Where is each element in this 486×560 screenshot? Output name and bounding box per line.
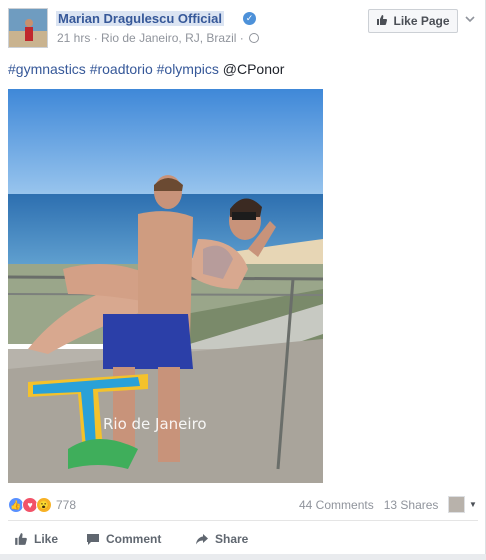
reaction-count[interactable]: 778 <box>56 498 76 512</box>
post-card: Marian Dragulescu Official ✓ 21 hrs · Ri… <box>0 0 486 560</box>
comment-label: Comment <box>106 532 162 546</box>
comments-count[interactable]: 44 Comments <box>299 498 374 512</box>
comment-button[interactable]: Comment <box>86 527 161 551</box>
globe-icon <box>249 33 260 43</box>
share-button[interactable]: Share <box>195 527 248 551</box>
share-icon <box>195 532 209 546</box>
like-page-button[interactable]: Like Page <box>368 9 458 33</box>
thumbs-up-icon <box>376 14 388 29</box>
post-photo[interactable]: Rio de Janeiro <box>8 89 323 483</box>
engagement-counts: 44 Comments 13 Shares <box>299 498 438 512</box>
like-label: Like <box>34 532 59 546</box>
wow-reaction-icon: 😮 <box>36 497 52 513</box>
viewer-avatar[interactable] <box>448 496 465 513</box>
like-button[interactable]: Like <box>14 527 58 551</box>
shares-count[interactable]: 13 Shares <box>384 498 439 512</box>
page-name-link[interactable]: Marian Dragulescu Official <box>56 11 224 26</box>
divider <box>8 520 478 521</box>
post-text: #gymnastics #roadtorio #olympics @CPonor <box>8 61 284 77</box>
chevron-down-icon[interactable] <box>464 13 476 25</box>
post-mention[interactable]: @CPonor <box>223 61 285 77</box>
reactions-summary[interactable]: 👍 ♥ 😮 778 <box>8 497 76 513</box>
verified-icon: ✓ <box>243 12 256 25</box>
comment-icon <box>86 532 100 546</box>
share-label: Share <box>215 532 249 546</box>
post-actions: Like Comment Share <box>0 527 486 551</box>
post-meta: 21 hrs · Rio de Janeiro, RJ, Brazil · <box>57 31 260 45</box>
page-avatar[interactable] <box>8 8 48 48</box>
post-location[interactable]: Rio de Janeiro, RJ, Brazil <box>101 31 236 45</box>
photo-watermark: Rio de Janeiro <box>103 415 207 433</box>
post-hashtags[interactable]: #gymnastics #roadtorio #olympics <box>8 61 219 77</box>
feed-gap <box>0 554 486 560</box>
like-page-label: Like Page <box>393 14 450 28</box>
chevron-down-icon[interactable]: ▼ <box>469 500 477 509</box>
thumbs-up-icon <box>14 532 28 546</box>
post-time[interactable]: 21 hrs <box>57 31 90 45</box>
